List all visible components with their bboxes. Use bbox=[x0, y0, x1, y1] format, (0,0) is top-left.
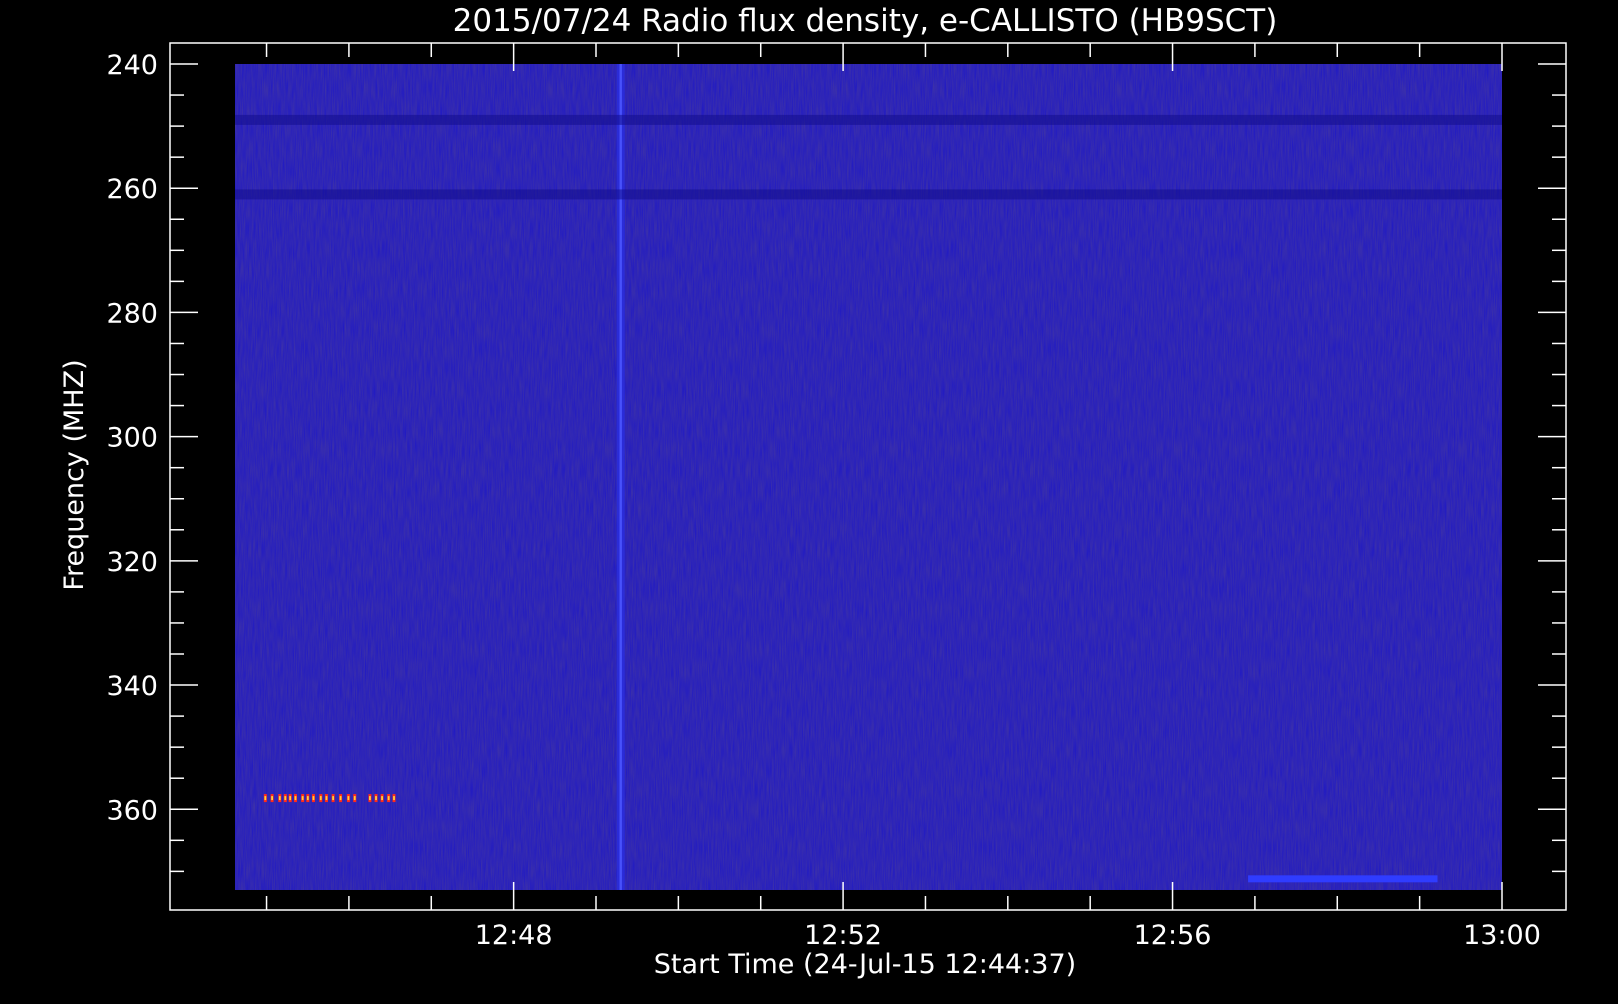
burst-mark-core bbox=[375, 796, 377, 801]
y-tick-label: 340 bbox=[106, 671, 158, 702]
burst-mark-core bbox=[294, 796, 297, 801]
burst-mark-core bbox=[387, 796, 390, 801]
x-tick-label: 12:48 bbox=[475, 920, 553, 951]
y-tick-label: 280 bbox=[106, 298, 158, 329]
chart-title: 2015/07/24 Radio flux density, e-CALLIST… bbox=[453, 3, 1278, 39]
burst-mark-core bbox=[369, 796, 371, 801]
horizontal-signal-segment bbox=[1248, 875, 1438, 883]
y-tick-label: 240 bbox=[106, 50, 158, 81]
burst-mark-core bbox=[325, 796, 328, 801]
y-tick-label: 320 bbox=[106, 547, 158, 578]
y-tick-label: 300 bbox=[106, 423, 158, 454]
vertical-interference-core bbox=[619, 64, 622, 890]
x-tick-label: 12:52 bbox=[804, 920, 882, 951]
burst-mark-core bbox=[284, 796, 287, 801]
burst-mark-core bbox=[306, 796, 309, 801]
burst-mark-core bbox=[312, 796, 315, 801]
burst-mark-core bbox=[289, 796, 292, 801]
horizontal-interference-band bbox=[235, 114, 1502, 125]
y-axis-label: Frequency (MHZ) bbox=[59, 359, 90, 590]
burst-mark-core bbox=[271, 796, 274, 801]
burst-mark-core bbox=[264, 796, 267, 801]
burst-mark-core bbox=[393, 796, 395, 801]
burst-mark-core bbox=[319, 796, 322, 801]
horizontal-interference-band bbox=[235, 189, 1502, 200]
burst-mark-core bbox=[339, 796, 342, 801]
spectrogram-noise bbox=[235, 64, 1502, 890]
spectrogram-chart: 2015/07/24 Radio flux density, e-CALLIST… bbox=[0, 0, 1618, 1000]
y-tick-label: 360 bbox=[106, 795, 158, 826]
x-tick-label: 12:56 bbox=[1134, 920, 1212, 951]
y-tick-label: 260 bbox=[106, 174, 158, 205]
spectrogram-field bbox=[235, 64, 1502, 890]
burst-mark-core bbox=[332, 796, 335, 801]
burst-mark-core bbox=[353, 796, 356, 801]
chart-svg: 2015/07/24 Radio flux density, e-CALLIST… bbox=[59, 3, 1567, 980]
burst-mark-core bbox=[381, 796, 383, 801]
x-axis-label: Start Time (24-Jul-15 12:44:37) bbox=[654, 949, 1076, 980]
burst-mark-core bbox=[278, 796, 281, 801]
x-tick-label: 13:00 bbox=[1463, 920, 1541, 951]
burst-mark-core bbox=[347, 796, 350, 801]
burst-mark-core bbox=[301, 796, 304, 801]
